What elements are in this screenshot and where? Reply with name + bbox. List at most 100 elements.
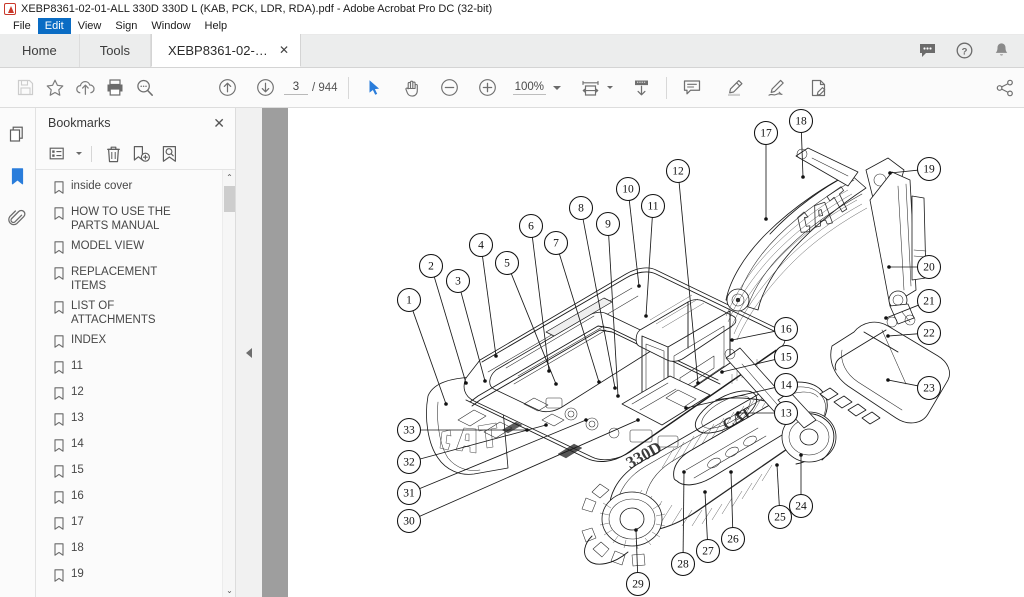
callout-leader-line <box>482 256 497 357</box>
menu-file[interactable]: File <box>6 18 38 34</box>
callout-target-dot <box>684 406 688 410</box>
zoom-in-icon[interactable] <box>473 73 503 103</box>
bookmark-icon[interactable] <box>6 164 30 188</box>
bookmark-item[interactable]: HOW TO USE THE PARTS MANUAL <box>36 202 235 236</box>
fill-and-sign-icon[interactable] <box>803 73 833 103</box>
zoom-level-value[interactable]: 100% <box>512 80 546 95</box>
page-up-arrow-icon[interactable] <box>212 73 242 103</box>
callout-target-dot <box>720 370 724 374</box>
callout-number: 33 <box>403 425 415 437</box>
callout-number: 32 <box>403 457 415 469</box>
bookmark-item[interactable]: 17 <box>36 512 235 538</box>
bookmark-item[interactable]: 11 <box>36 356 235 382</box>
callout-number: 27 <box>702 546 714 558</box>
share-icon[interactable] <box>990 73 1020 103</box>
bookmark-item[interactable]: 12 <box>36 382 235 408</box>
close-icon[interactable]: ✕ <box>213 116 225 130</box>
list-options-icon[interactable] <box>46 142 70 166</box>
callout-number: 14 <box>780 380 792 392</box>
callout-number: 8 <box>578 203 584 215</box>
bookmark-item[interactable]: INDEX <box>36 330 235 356</box>
chevron-down-icon[interactable] <box>76 152 82 155</box>
bookmark-item[interactable]: 18 <box>36 538 235 564</box>
bookmark-item[interactable]: 13 <box>36 408 235 434</box>
zoom-out-icon[interactable] <box>435 73 465 103</box>
close-icon[interactable]: ✕ <box>279 44 289 56</box>
menu-window[interactable]: Window <box>144 18 197 34</box>
bookmark-item[interactable]: 19 <box>36 564 235 590</box>
menu-view[interactable]: View <box>71 18 109 34</box>
page-number-input[interactable] <box>284 80 308 95</box>
comment-bubble-icon[interactable] <box>917 41 937 61</box>
page-thumbnails-icon[interactable] <box>6 122 30 146</box>
find-bookmark-icon[interactable] <box>157 142 181 166</box>
star-favorite-icon[interactable] <box>40 73 70 103</box>
bookmark-item-label: INDEX <box>71 334 107 346</box>
menu-sign[interactable]: Sign <box>108 18 144 34</box>
callout-target-dot <box>729 470 733 474</box>
tab-home[interactable]: Home <box>0 34 80 67</box>
bookmark-item[interactable]: inside cover <box>36 176 235 202</box>
save-floppy-icon[interactable] <box>10 73 40 103</box>
search-magnifier-icon[interactable] <box>130 73 160 103</box>
bookmarks-panel: Bookmarks ✕ inside cover HOW TO USE THE … <box>36 108 236 597</box>
new-bookmark-icon[interactable] <box>129 142 153 166</box>
bookmarks-toolbar-divider <box>91 145 92 162</box>
menu-edit[interactable]: Edit <box>37 18 71 34</box>
chevron-down-icon[interactable] <box>553 85 561 90</box>
select-cursor-icon[interactable] <box>359 73 389 103</box>
highlight-text-icon[interactable] <box>719 73 749 103</box>
svg-text:?: ? <box>961 46 967 57</box>
bookmark-item[interactable]: LIST OF ATTACHMENTS <box>36 296 235 330</box>
scroll-up-arrow-icon[interactable]: ⌃ <box>223 170 235 184</box>
bookmark-item[interactable]: MODEL VIEW <box>36 236 235 262</box>
scrollbar-thumb[interactable] <box>224 186 235 212</box>
callout-number: 24 <box>795 501 807 513</box>
callout-number: 25 <box>774 512 786 524</box>
callout-target-dot <box>597 380 601 384</box>
bookmark-icon <box>54 267 64 285</box>
tab-document[interactable]: XEBP8361-02-01-... ✕ <box>151 34 302 67</box>
callout-target-dot <box>444 402 448 406</box>
trash-delete-icon[interactable] <box>101 142 125 166</box>
fit-width-icon[interactable] <box>575 73 605 103</box>
workspace: Bookmarks ✕ inside cover HOW TO USE THE … <box>0 108 1024 597</box>
bookmarks-list[interactable]: inside cover HOW TO USE THE PARTS MANUAL M… <box>36 170 235 597</box>
upload-cloud-icon[interactable] <box>70 73 100 103</box>
hand-pan-icon[interactable] <box>397 73 427 103</box>
bookmark-item[interactable]: REPLACEMENT ITEMS <box>36 262 235 296</box>
bookmark-item[interactable]: 16 <box>36 486 235 512</box>
add-comment-icon[interactable] <box>677 73 707 103</box>
tab-tools-label: Tools <box>99 43 131 58</box>
main-toolbar: / 944 100% <box>0 68 1024 108</box>
scroll-down-arrow-icon[interactable]: ⌄ <box>223 583 235 597</box>
bookmark-item-label: 17 <box>71 516 84 528</box>
callout-target-dot <box>703 490 707 494</box>
menu-help[interactable]: Help <box>198 18 235 34</box>
page-down-arrow-icon[interactable] <box>250 73 280 103</box>
callout-target-dot <box>483 379 487 383</box>
callout-number: 10 <box>622 184 634 196</box>
fit-options-chevron-icon[interactable] <box>607 86 613 89</box>
pdf-page-canvas[interactable]: 330D CAT 1 2 3 4 5 6 7 8 9 10 11 12 13 1… <box>288 108 1024 597</box>
page-total-label: / 944 <box>312 81 338 94</box>
notification-bell-icon[interactable] <box>991 41 1011 61</box>
tab-tools[interactable]: Tools <box>79 34 152 67</box>
print-icon[interactable] <box>100 73 130 103</box>
navigation-rail <box>0 108 36 597</box>
callout-target-dot <box>764 217 768 221</box>
callout-number: 26 <box>727 534 739 546</box>
scroll-mode-icon[interactable] <box>626 73 656 103</box>
panel-collapse-handle[interactable] <box>236 108 262 597</box>
bookmark-item[interactable]: 14 <box>36 434 235 460</box>
bookmark-item-label: 15 <box>71 464 84 476</box>
sign-document-icon[interactable] <box>761 73 791 103</box>
bookmark-item[interactable]: 15 <box>36 460 235 486</box>
callout-target-dot <box>584 418 588 422</box>
excavator-model-view-diagram: 330D CAT 1234567891011121314151617181920… <box>396 108 950 597</box>
paperclip-attachment-icon[interactable] <box>6 206 30 230</box>
help-question-icon[interactable]: ? <box>954 41 974 61</box>
bookmarks-scrollbar[interactable]: ⌃ ⌄ <box>222 170 235 597</box>
document-area: 330D CAT 1 2 3 4 5 6 7 8 9 10 11 12 13 1… <box>236 108 1024 597</box>
bookmark-item-label: 13 <box>71 412 84 424</box>
